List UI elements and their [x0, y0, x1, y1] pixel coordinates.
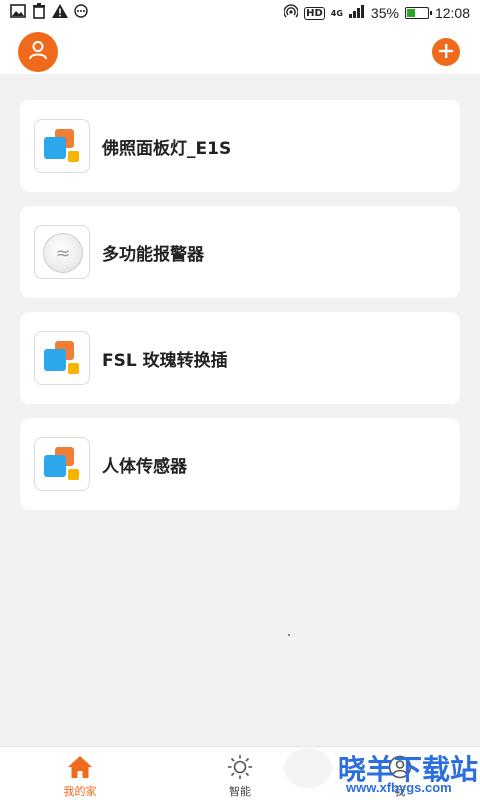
avatar[interactable] [18, 32, 58, 72]
device-list: 佛照面板灯_E1S ≈ 多功能报警器 FSL 玫瑰转换插 人体传感器 [20, 100, 460, 524]
image-icon [10, 4, 26, 22]
device-name: 多功能报警器 [102, 244, 204, 265]
device-name: 佛照面板灯_E1S [102, 138, 232, 159]
app-header [0, 26, 480, 74]
device-tile-icon [34, 331, 90, 385]
plus-icon [439, 43, 453, 62]
tab-me[interactable]: 我 [360, 747, 440, 800]
device-card[interactable]: FSL 玫瑰转换插 [20, 312, 460, 404]
device-name: 人体传感器 [102, 456, 187, 477]
tab-label: 我 [394, 785, 406, 798]
trash-icon [32, 3, 46, 23]
user-icon [27, 39, 49, 65]
hotspot-icon [283, 4, 299, 22]
device-sensor-icon: ≈ [34, 225, 90, 279]
sun-icon [226, 753, 254, 781]
more-icon [74, 4, 88, 22]
status-bar: HD 4G 35% 12:08 [0, 0, 480, 26]
tab-label: 我的家 [63, 785, 97, 798]
user-icon [386, 753, 414, 781]
device-card[interactable]: 佛照面板灯_E1S [20, 100, 460, 192]
hd-icon: HD [304, 6, 325, 20]
warning-icon [52, 4, 68, 22]
home-icon [66, 753, 94, 781]
status-right: HD 4G 35% 12:08 [283, 4, 470, 22]
bottom-tab-bar: 我的家 智能 我 [0, 746, 480, 800]
signal-icon [348, 4, 365, 22]
device-card[interactable]: 人体传感器 [20, 418, 460, 510]
add-device-button[interactable] [432, 38, 460, 66]
clock: 12:08 [434, 5, 470, 21]
battery-icon [404, 7, 432, 19]
device-card[interactable]: ≈ 多功能报警器 [20, 206, 460, 298]
device-name: FSL 玫瑰转换插 [102, 350, 228, 371]
status-left [10, 3, 88, 23]
stray-dot [288, 634, 290, 636]
battery-percent: 35% [370, 5, 399, 21]
network-type: 4G [330, 8, 343, 18]
tab-label: 智能 [229, 785, 251, 798]
tab-smart[interactable]: 智能 [200, 747, 280, 800]
device-tile-icon [34, 119, 90, 173]
device-tile-icon [34, 437, 90, 491]
tab-my-home[interactable]: 我的家 [40, 747, 120, 800]
